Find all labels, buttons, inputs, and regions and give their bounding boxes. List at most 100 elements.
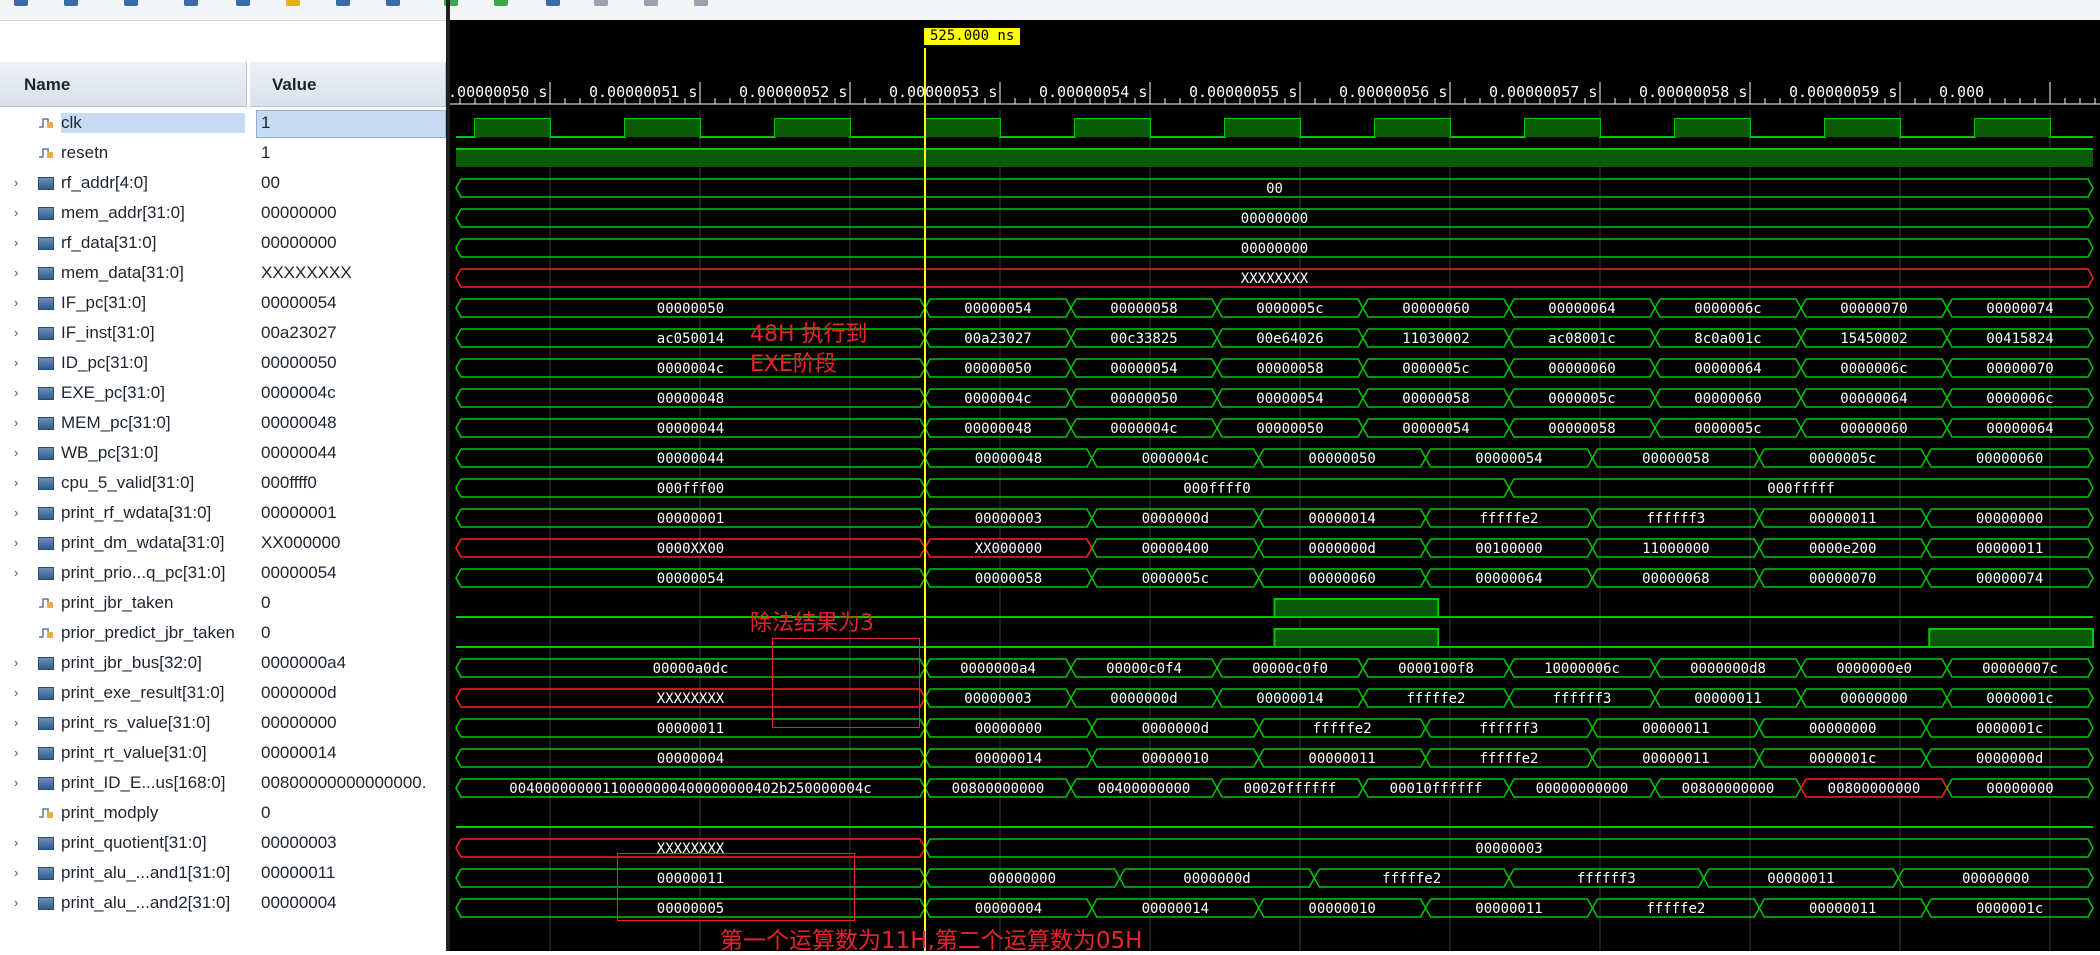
signal-name: prior_predict_jbr_taken bbox=[61, 623, 235, 642]
next-marker-icon[interactable] bbox=[644, 0, 658, 6]
expand-chevron-icon[interactable]: › bbox=[14, 865, 18, 880]
signal-row[interactable]: › rf_data[31:0] 00000000 bbox=[0, 228, 446, 258]
expand-chevron-icon[interactable]: › bbox=[14, 475, 18, 490]
signal-value: 0 bbox=[261, 593, 271, 612]
bus-segment-value: 00a23027 bbox=[964, 331, 1031, 347]
bus-segment-value: fffffe2 bbox=[1382, 871, 1441, 887]
next-transition-icon[interactable] bbox=[494, 0, 508, 6]
waveform-view[interactable]: 0.00000050 s 0.00000051 s 0.00000052 s 0.00… bbox=[450, 20, 2100, 951]
bus-segment-value: 00000003 bbox=[975, 511, 1042, 527]
signal-row[interactable]: › print_quotient[31:0] 00000003 bbox=[0, 828, 446, 858]
bus-segment-value: 00000050 bbox=[964, 361, 1031, 377]
signal-name: mem_data[31:0] bbox=[61, 263, 184, 282]
bus-signal-icon bbox=[38, 357, 54, 370]
bus-segment-value: 0000000e0 bbox=[1836, 661, 1912, 677]
expand-chevron-icon[interactable]: › bbox=[14, 385, 18, 400]
div-result-box bbox=[772, 638, 920, 728]
zoom-out-icon[interactable] bbox=[184, 0, 198, 6]
swap-cursors-icon[interactable] bbox=[694, 0, 708, 6]
bus-segment-value: 0000004c bbox=[1142, 451, 1209, 467]
expand-chevron-icon[interactable]: › bbox=[14, 835, 18, 850]
signal-name: print_rs_value[31:0] bbox=[61, 713, 211, 732]
signal-name: print_rf_wdata[31:0] bbox=[61, 503, 212, 522]
name-column-header[interactable]: Name bbox=[0, 62, 247, 107]
signal-row[interactable]: › ID_pc[31:0] 00000050 bbox=[0, 348, 446, 378]
ruler-tick-label: 0.00000057 s bbox=[1489, 83, 1597, 101]
signal-row[interactable]: › IF_pc[31:0] 00000054 bbox=[0, 288, 446, 318]
signal-row[interactable]: resetn 1 bbox=[0, 138, 446, 168]
expand-chevron-icon[interactable]: › bbox=[14, 445, 18, 460]
marker-icon[interactable] bbox=[286, 0, 300, 6]
expand-chevron-icon[interactable]: › bbox=[14, 355, 18, 370]
signal-row[interactable]: › rf_addr[4:0] 00 bbox=[0, 168, 446, 198]
expand-chevron-icon[interactable]: › bbox=[14, 265, 18, 280]
signal-row[interactable]: › print_jbr_bus[32:0] 0000000a4 bbox=[0, 648, 446, 678]
clk-high-fill bbox=[1225, 119, 1300, 137]
ruler-tick-label: 0.00000058 s bbox=[1639, 83, 1747, 101]
bus-segment-value: 0000000d bbox=[1308, 541, 1375, 557]
bus-segment-value: 00000064 bbox=[1840, 391, 1907, 407]
expand-chevron-icon[interactable]: › bbox=[14, 325, 18, 340]
bus-signal-icon bbox=[38, 177, 54, 190]
expand-chevron-icon[interactable]: › bbox=[14, 295, 18, 310]
expand-chevron-icon[interactable]: › bbox=[14, 415, 18, 430]
bus-signal-icon bbox=[38, 717, 54, 730]
signal-value: 1 bbox=[261, 113, 271, 132]
expand-chevron-icon[interactable]: › bbox=[14, 535, 18, 550]
zoom-fit-icon[interactable] bbox=[236, 0, 250, 6]
expand-chevron-icon[interactable]: › bbox=[14, 565, 18, 580]
signal-row[interactable]: › MEM_pc[31:0] 00000048 bbox=[0, 408, 446, 438]
add-marker-icon[interactable] bbox=[546, 0, 560, 6]
signal-row[interactable]: › cpu_5_valid[31:0] 000ffff0 bbox=[0, 468, 446, 498]
waveform-canvas[interactable]: 0.00000050 s 0.00000051 s 0.00000052 s 0.00… bbox=[450, 20, 2100, 951]
signal-row[interactable]: › IF_inst[31:0] 00a23027 bbox=[0, 318, 446, 348]
signal-name: ID_pc[31:0] bbox=[61, 353, 148, 372]
signal-row[interactable]: › mem_addr[31:0] 00000000 bbox=[0, 198, 446, 228]
previous-marker-icon[interactable] bbox=[594, 0, 608, 6]
expand-chevron-icon[interactable]: › bbox=[14, 205, 18, 220]
signal-row[interactable]: print_modply 0 bbox=[0, 798, 446, 828]
signal-row[interactable]: print_jbr_taken 0 bbox=[0, 588, 446, 618]
signal-row[interactable]: › print_rf_wdata[31:0] 00000001 bbox=[0, 498, 446, 528]
expand-chevron-icon[interactable]: › bbox=[14, 655, 18, 670]
signal-value: 00000000 bbox=[261, 233, 337, 252]
signal-row[interactable]: › print_prio...q_pc[31:0] 00000054 bbox=[0, 558, 446, 588]
signal-row[interactable]: prior_predict_jbr_taken 0 bbox=[0, 618, 446, 648]
bus-segment-value: 00000054 bbox=[657, 571, 724, 587]
expand-chevron-icon[interactable]: › bbox=[14, 175, 18, 190]
signal-row[interactable]: › print_exe_result[31:0] 0000000d bbox=[0, 678, 446, 708]
signal-row[interactable]: › print_rs_value[31:0] 00000000 bbox=[0, 708, 446, 738]
signal-row[interactable]: › print_alu_...and1[31:0] 00000011 bbox=[0, 858, 446, 888]
zoom-in-icon[interactable] bbox=[124, 0, 138, 6]
undo-icon[interactable] bbox=[14, 0, 28, 6]
bus-segment-value: fffffe2 bbox=[1479, 751, 1538, 767]
expand-chevron-icon[interactable]: › bbox=[14, 895, 18, 910]
bus-signal-icon bbox=[38, 747, 54, 760]
expand-chevron-icon[interactable]: › bbox=[14, 715, 18, 730]
signal-name: IF_inst[31:0] bbox=[61, 323, 155, 342]
expand-chevron-icon[interactable]: › bbox=[14, 745, 18, 760]
bus-segment-value: 00000007c bbox=[1982, 661, 2058, 677]
signal-row[interactable]: › print_ID_E...us[168:0] 00800000000000000… bbox=[0, 768, 446, 798]
bus-segment-value: 00000011 bbox=[1642, 721, 1709, 737]
signal-row[interactable]: › WB_pc[31:0] 00000044 bbox=[0, 438, 446, 468]
expand-chevron-icon[interactable]: › bbox=[14, 685, 18, 700]
save-icon[interactable] bbox=[64, 0, 78, 6]
go-to-end-icon[interactable] bbox=[386, 0, 400, 6]
signal-row[interactable]: › EXE_pc[31:0] 0000004c bbox=[0, 378, 446, 408]
signal-value: 0 bbox=[261, 803, 271, 822]
signal-row[interactable]: › print_rt_value[31:0] 00000014 bbox=[0, 738, 446, 768]
bus-signal-icon bbox=[38, 777, 54, 790]
go-to-start-icon[interactable] bbox=[336, 0, 350, 6]
expand-chevron-icon[interactable]: › bbox=[14, 505, 18, 520]
signal-row[interactable]: › mem_data[31:0] XXXXXXXX bbox=[0, 258, 446, 288]
signal-row[interactable]: › print_alu_...and2[31:0] 00000004 bbox=[0, 888, 446, 918]
bus-segment-value: 00000011 bbox=[1694, 691, 1761, 707]
bus-signal-icon bbox=[38, 897, 54, 910]
signal-value: 0000000d bbox=[261, 683, 337, 702]
signal-row[interactable]: clk 1 bbox=[0, 108, 446, 138]
signal-row[interactable]: › print_dm_wdata[31:0] XX000000 bbox=[0, 528, 446, 558]
value-column-header[interactable]: Value bbox=[250, 62, 446, 107]
expand-chevron-icon[interactable]: › bbox=[14, 235, 18, 250]
expand-chevron-icon[interactable]: › bbox=[14, 775, 18, 790]
